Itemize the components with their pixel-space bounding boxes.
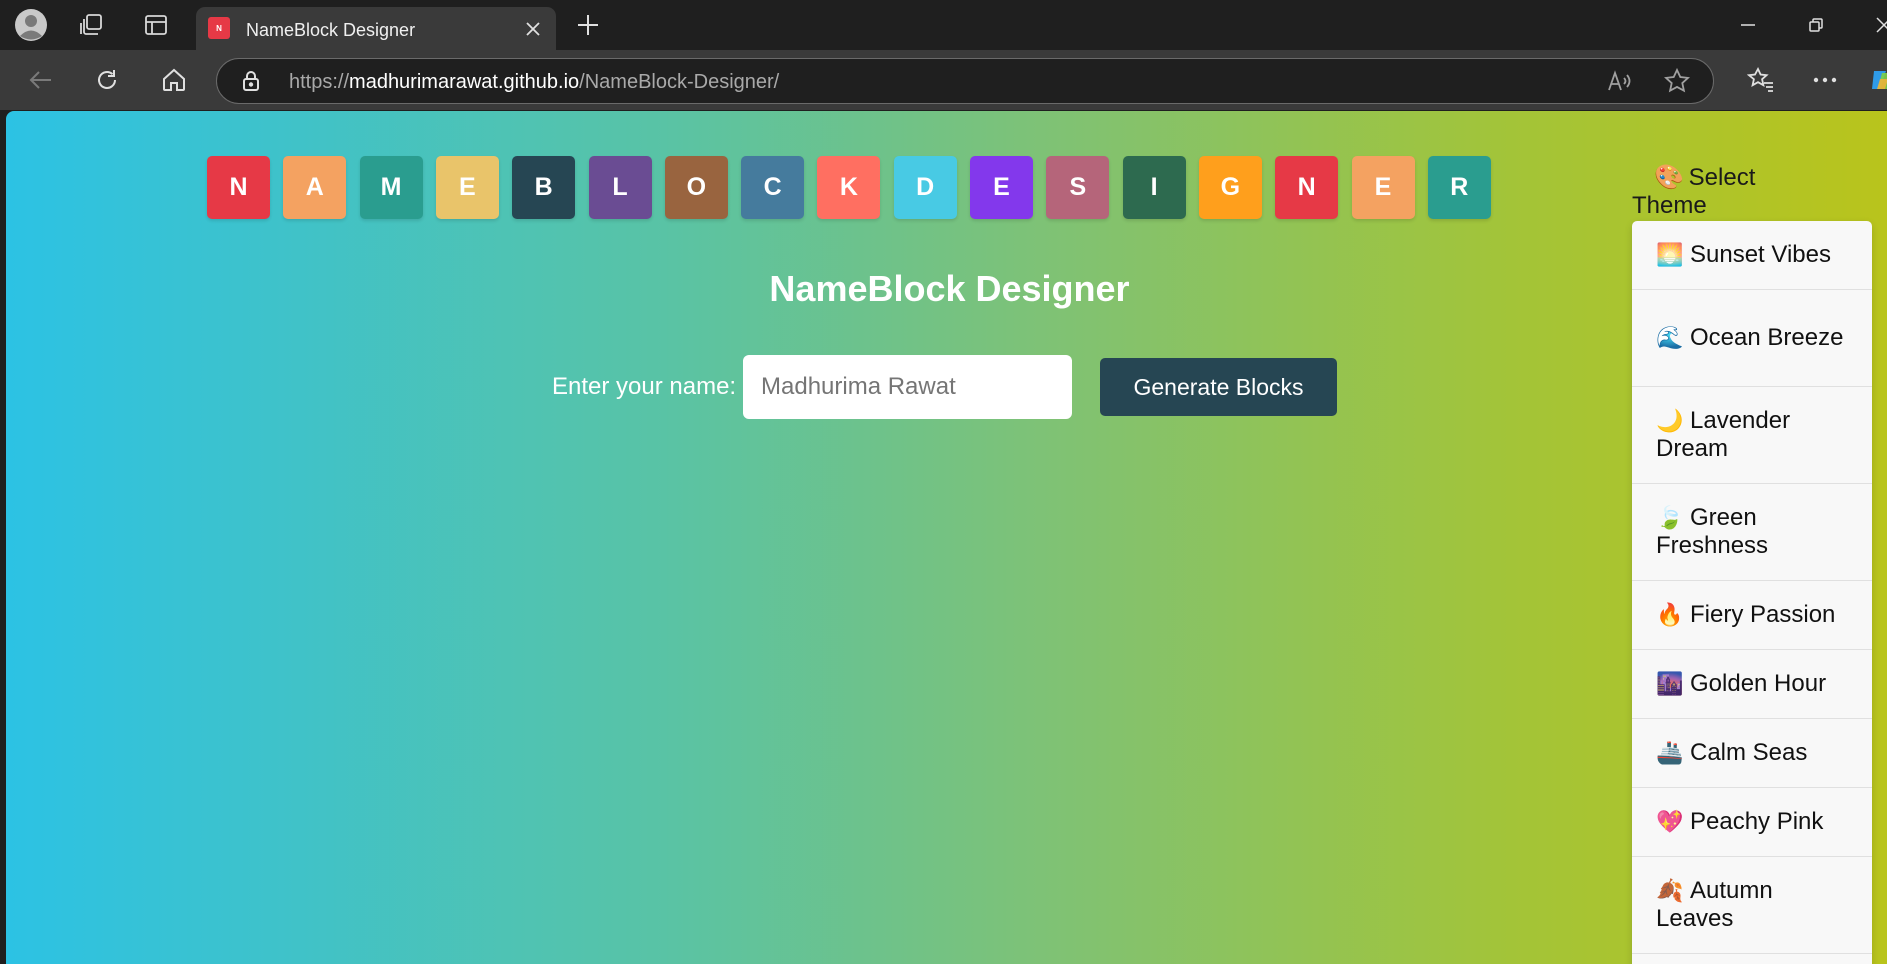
letter-block: I xyxy=(1122,156,1186,219)
lock-icon[interactable] xyxy=(239,69,263,93)
theme-option-label: Sunset Vibes xyxy=(1690,241,1831,268)
theme-option[interactable]: 🍃 Green Freshness xyxy=(1632,484,1872,581)
name-input[interactable] xyxy=(743,355,1072,419)
favicon-icon: N xyxy=(208,17,230,39)
browser-tab[interactable]: N NameBlock Designer xyxy=(196,7,556,50)
browser-toolbar: https://madhurimarawat.github.io/NameBlo… xyxy=(0,50,1887,110)
palette-icon: 🎨 xyxy=(1654,164,1684,191)
letter-block: A xyxy=(283,156,347,219)
letter-block: C xyxy=(741,156,805,219)
copilot-icon[interactable] xyxy=(1868,63,1887,97)
theme-emoji-icon: 🌆 xyxy=(1656,671,1684,696)
theme-option[interactable]: 🌆 Golden Hour xyxy=(1632,650,1872,719)
letter-block: O xyxy=(664,156,728,219)
name-input-label: Enter your name: xyxy=(552,373,737,400)
theme-option[interactable]: 🌅 Sunset Vibes xyxy=(1632,221,1872,290)
tab-title: NameBlock Designer xyxy=(246,20,416,40)
letter-block: S xyxy=(1046,156,1110,219)
theme-emoji-icon: 💖 xyxy=(1656,809,1684,834)
url-scheme: https:// xyxy=(289,71,350,93)
url-host: madhurimarawat.github.io xyxy=(349,71,580,93)
theme-emoji-icon: 🍂 xyxy=(1656,878,1684,903)
url-path: /NameBlock-Designer/ xyxy=(579,71,780,93)
theme-option[interactable]: 🚢 Calm Seas xyxy=(1632,719,1872,788)
letter-block: R xyxy=(1427,156,1491,219)
letter-block: N xyxy=(1275,156,1339,219)
tab-actions-icon[interactable] xyxy=(140,9,172,41)
theme-emoji-icon: 🌊 xyxy=(1656,325,1684,350)
theme-option[interactable]: 💖 Peachy Pink xyxy=(1632,788,1872,857)
letter-block: E xyxy=(1351,156,1415,219)
select-theme-label[interactable]: 🎨 Select Theme xyxy=(1632,164,1782,220)
theme-option-label: Peachy Pink xyxy=(1690,808,1824,835)
favorites-icon[interactable] xyxy=(1744,63,1778,97)
theme-emoji-icon: 🔥 xyxy=(1656,602,1684,627)
letter-block: L xyxy=(588,156,652,219)
page-title: NameBlock Designer xyxy=(769,268,1130,309)
letter-block: K xyxy=(817,156,881,219)
letter-block: G xyxy=(1198,156,1262,219)
theme-option-label: Golden Hour xyxy=(1690,670,1827,697)
letter-block: E xyxy=(435,156,499,219)
theme-option[interactable]: 🌙 Lavender Dream xyxy=(1632,387,1872,484)
theme-dropdown-menu: 🌅 Sunset Vibes 🌊 Ocean Breeze 🌙 Lavender Drea… xyxy=(1632,221,1872,964)
minimize-icon[interactable] xyxy=(1732,10,1764,40)
theme-emoji-icon: 🚢 xyxy=(1656,740,1684,765)
letter-block: D xyxy=(893,156,957,219)
address-bar[interactable]: https://madhurimarawat.github.io/NameBlo… xyxy=(216,58,1714,104)
theme-option-label: Ocean Breeze xyxy=(1690,324,1844,351)
profile-icon[interactable] xyxy=(14,8,48,42)
theme-option-label: Fiery Passion xyxy=(1690,601,1836,628)
read-aloud-icon[interactable] xyxy=(1605,67,1633,95)
close-tab-icon[interactable] xyxy=(520,16,546,42)
theme-option[interactable]: 🔥 Fiery Passion xyxy=(1632,581,1872,650)
letter-block: M xyxy=(359,156,423,219)
url-text[interactable]: https://madhurimarawat.github.io/NameBlo… xyxy=(289,71,779,94)
letter-block: N xyxy=(207,156,270,219)
theme-emoji-icon: 🌅 xyxy=(1656,242,1684,267)
generate-blocks-button[interactable]: Generate Blocks xyxy=(1100,358,1337,416)
theme-option[interactable]: 🍂 Autumn Leaves xyxy=(1632,857,1872,954)
restore-icon[interactable] xyxy=(1800,10,1832,40)
theme-option-label: Calm Seas xyxy=(1690,739,1808,766)
theme-option[interactable]: 🌊 Ocean Breeze xyxy=(1632,290,1872,387)
letter-block: B xyxy=(512,156,576,219)
browser-tab-bar: N NameBlock Designer xyxy=(0,0,1887,50)
close-window-icon[interactable] xyxy=(1868,10,1887,40)
more-options-icon[interactable] xyxy=(1808,63,1842,97)
home-icon[interactable] xyxy=(157,63,191,97)
theme-emoji-icon: 🌙 xyxy=(1656,408,1684,433)
new-tab-icon[interactable] xyxy=(572,9,604,41)
refresh-icon[interactable] xyxy=(90,63,124,97)
letter-block: E xyxy=(970,156,1033,219)
page-viewport: NAMEBLOCKDESIGNER NameBlock Designer Ent… xyxy=(6,111,1887,964)
workspaces-icon[interactable] xyxy=(76,9,108,41)
back-arrow-icon[interactable] xyxy=(24,63,58,97)
add-favorite-star-icon[interactable] xyxy=(1663,67,1691,95)
theme-emoji-icon: 🍃 xyxy=(1656,505,1684,530)
select-theme-text: Select Theme xyxy=(1632,164,1756,219)
